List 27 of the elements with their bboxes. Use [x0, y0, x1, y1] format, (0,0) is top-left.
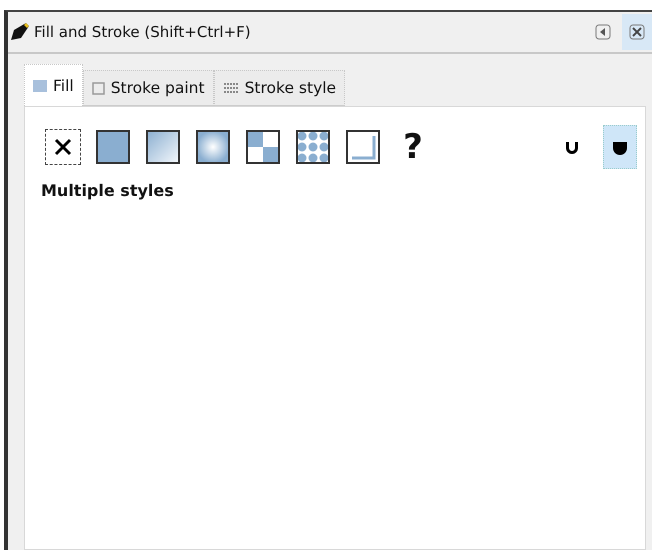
none-paint-button[interactable] [45, 129, 81, 165]
radial-fill-icon [196, 130, 230, 164]
tab[interactable]: Stroke paint [82, 70, 214, 106]
tab[interactable]: Fill [24, 64, 83, 106]
close-icon [54, 138, 72, 156]
pattern-paint-button[interactable] [245, 129, 281, 165]
window-title: Fill and Stroke (Shift+Ctrl+F) [34, 23, 252, 41]
pen-icon [10, 22, 30, 42]
linear-fill-icon [146, 130, 180, 164]
stroke-icon [92, 82, 105, 94]
caret-icon [595, 24, 611, 40]
fill-rule-button[interactable] [603, 125, 637, 169]
close-button[interactable] [622, 14, 652, 50]
lines-icon [222, 82, 239, 94]
tab[interactable]: Stroke style [214, 70, 346, 106]
swatch-paint-button[interactable] [295, 129, 331, 165]
framed-paint-button[interactable] [345, 129, 381, 165]
radial-paint-button[interactable] [195, 129, 231, 165]
fill-icon [33, 80, 47, 92]
linear-paint-button[interactable] [145, 129, 181, 165]
flat-paint-button[interactable] [95, 129, 131, 165]
swatch-fill-icon [296, 130, 330, 164]
close-icon [629, 24, 645, 40]
pattern-fill-icon [246, 130, 280, 164]
status-label: Multiple styles [40, 181, 175, 200]
flat-fill-icon [96, 130, 130, 164]
framed-fill-icon [346, 130, 380, 164]
